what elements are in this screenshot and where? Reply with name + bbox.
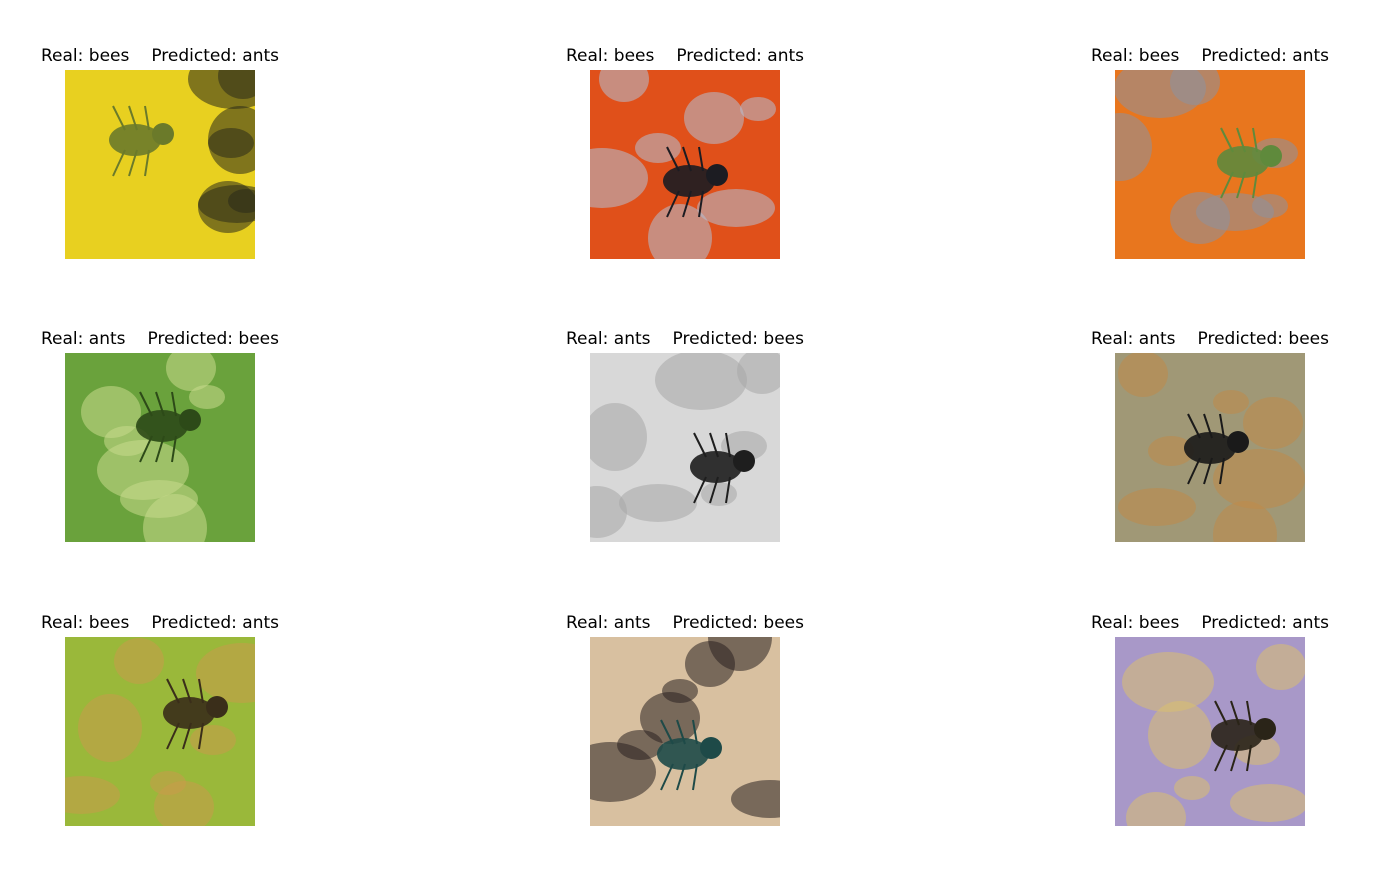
real-label: Real: bees	[1091, 46, 1180, 66]
bumblebees-on-coneflower-image	[590, 70, 780, 259]
predicted-label: Predicted: ants	[151, 46, 280, 66]
prediction-cell: Real: bees Predicted: ants	[566, 46, 866, 276]
real-label: Real: ants	[566, 329, 651, 349]
predicted-label: Predicted: bees	[1197, 329, 1330, 349]
ant-on-green-stem-image	[65, 353, 255, 542]
predicted-label: Predicted: ants	[151, 613, 280, 633]
predicted-label: Predicted: bees	[672, 329, 805, 349]
real-label: Real: bees	[1091, 613, 1180, 633]
predicted-label: Predicted: ants	[1201, 613, 1330, 633]
prediction-caption: Real: bees Predicted: ants	[1091, 613, 1329, 633]
prediction-cell: Real: bees Predicted: ants	[1091, 46, 1378, 276]
real-label: Real: bees	[41, 46, 130, 66]
prediction-caption: Real: bees Predicted: ants	[41, 613, 279, 633]
prediction-cell: Real: ants Predicted: bees	[566, 613, 866, 843]
real-label: Real: bees	[41, 613, 130, 633]
ant-on-gray-surface-image	[590, 353, 780, 542]
prediction-cell: Real: ants Predicted: bees	[566, 329, 866, 559]
prediction-cell: Real: ants Predicted: bees	[1091, 329, 1378, 559]
prediction-cell: Real: ants Predicted: bees	[41, 329, 341, 559]
bee-on-green-leaf-image	[65, 637, 255, 826]
predicted-label: Predicted: ants	[1201, 46, 1330, 66]
predicted-label: Predicted: bees	[672, 613, 805, 633]
bee-on-purple-flowers-image	[1115, 637, 1305, 826]
real-label: Real: ants	[41, 329, 126, 349]
prediction-cell: Real: bees Predicted: ants	[41, 46, 341, 276]
bee-on-orange-flower-image	[1115, 70, 1305, 259]
prediction-caption: Real: ants Predicted: bees	[566, 613, 804, 633]
real-label: Real: ants	[566, 613, 651, 633]
yellow-flowers-with-bee-image	[65, 70, 255, 259]
prediction-caption: Real: ants Predicted: bees	[41, 329, 279, 349]
green-ant-on-leaf-image	[590, 637, 780, 826]
real-label: Real: bees	[566, 46, 655, 66]
predicted-label: Predicted: ants	[676, 46, 805, 66]
spider-on-leaf-image	[1115, 353, 1305, 542]
prediction-caption: Real: bees Predicted: ants	[566, 46, 804, 66]
real-label: Real: ants	[1091, 329, 1176, 349]
prediction-caption: Real: ants Predicted: bees	[566, 329, 804, 349]
prediction-caption: Real: ants Predicted: bees	[1091, 329, 1329, 349]
prediction-caption: Real: bees Predicted: ants	[1091, 46, 1329, 66]
prediction-cell: Real: bees Predicted: ants	[1091, 613, 1378, 843]
predicted-label: Predicted: bees	[147, 329, 280, 349]
prediction-cell: Real: bees Predicted: ants	[41, 613, 341, 843]
prediction-caption: Real: bees Predicted: ants	[41, 46, 279, 66]
